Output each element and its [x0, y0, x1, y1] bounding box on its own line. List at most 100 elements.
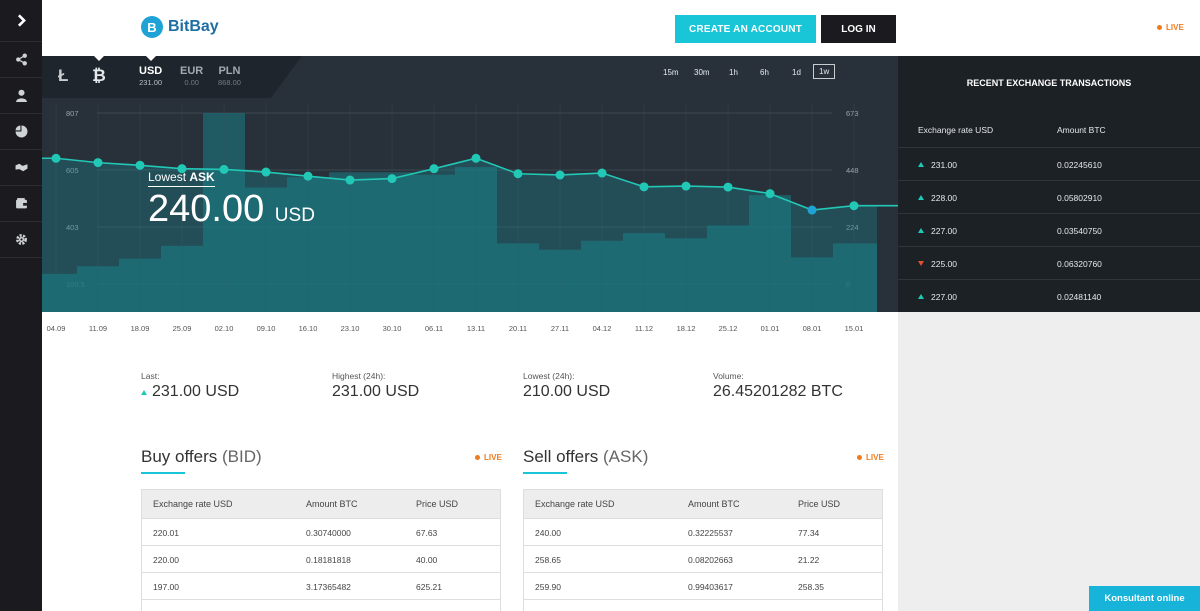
left-sidebar	[0, 0, 42, 611]
x-tick-label: 06.11	[424, 324, 444, 333]
expand-sidebar-button[interactable]	[0, 0, 42, 42]
recent-transactions-title: RECENT EXCHANGE TRANSACTIONS	[966, 78, 1132, 88]
stat-label: Volume:	[713, 371, 744, 381]
chevron-right-icon	[17, 14, 26, 27]
transaction-row: 225.00 0.06320760	[898, 246, 1200, 279]
consultant-online-button[interactable]: Konsultant online	[1089, 586, 1200, 611]
bitcoin-tab[interactable]: ₿	[92, 66, 106, 86]
price-point	[639, 182, 649, 192]
table-row[interactable]: 220.01 0.30740000 67.63	[142, 518, 500, 545]
sidebar-item-stats[interactable]	[0, 114, 42, 150]
currency-name: PLN	[218, 65, 241, 77]
currency-name: EUR	[180, 65, 204, 77]
x-tick-label: 20.11	[508, 324, 528, 333]
timeframe-30m[interactable]: 30m	[689, 66, 715, 79]
table-row[interactable]: 258.65 0.08202663 21.22	[524, 545, 882, 572]
share-icon	[15, 53, 27, 66]
price-point	[765, 189, 775, 199]
timeframe-1h[interactable]: 1h	[724, 66, 743, 79]
y-right-tick-label: 673	[846, 109, 859, 118]
tx-amount: 0.02245610	[1057, 160, 1102, 170]
sell-offers-table: Exchange rate USD Amount BTC Price USD 2…	[523, 489, 883, 611]
x-tick-label: 18.12	[676, 324, 696, 333]
live-label: LIVE	[1166, 23, 1184, 32]
currency-value: 231.00	[139, 78, 163, 87]
y-left-tick-label: 807	[66, 109, 79, 118]
x-tick-label: 13.11	[466, 324, 486, 333]
up-arrow-icon	[918, 294, 924, 299]
x-tick-label: 18.09	[130, 324, 150, 333]
table-row[interactable]: 259.90 0.99403617 258.35	[524, 572, 882, 599]
stat-volume: Volume: 26.45201282 BTC	[713, 371, 843, 401]
timeframe-1w[interactable]: 1w	[813, 64, 836, 79]
login-button[interactable]: LOG IN	[821, 15, 896, 43]
stat-label: Lowest (24h):	[523, 371, 575, 381]
table-row[interactable]	[142, 599, 500, 611]
buy-offers-underline	[141, 472, 185, 474]
lowest-ask-display: Lowest ASK 240.00 USD	[148, 168, 315, 231]
price-point	[345, 175, 355, 185]
bitbay-logo[interactable]: B BitBay	[141, 16, 219, 38]
selected-coin-caret-icon	[94, 56, 104, 61]
gear-icon	[15, 234, 27, 245]
stat-lowest: Lowest (24h): 210.00 USD	[523, 371, 610, 401]
table-row[interactable]: 240.00 0.32225537 77.34	[524, 518, 882, 545]
table-row[interactable]: 220.00 0.18181818 40.00	[142, 545, 500, 572]
live-dot-icon	[857, 455, 862, 460]
user-icon	[15, 89, 27, 102]
currency-tab-pln[interactable]: PLN 868.00	[218, 65, 241, 87]
stat-last: Last: 231.00 USD	[141, 371, 239, 401]
create-account-button[interactable]: CREATE AN ACCOUNT	[675, 15, 816, 43]
sell-offers-underline	[523, 472, 567, 474]
header-live-indicator: LIVE	[1157, 23, 1184, 32]
up-arrow-icon	[918, 228, 924, 233]
sidebar-item-wallet[interactable]	[0, 186, 42, 222]
pie-chart-icon	[15, 125, 27, 138]
up-arrow-icon	[141, 389, 147, 395]
sidebar-item-exchange[interactable]	[0, 150, 42, 186]
price-point	[471, 153, 481, 163]
x-tick-label: 23.10	[340, 324, 360, 333]
recent-transactions-panel: RECENT EXCHANGE TRANSACTIONS Exchange ra…	[898, 56, 1200, 312]
sell-live-indicator: LIVE	[857, 453, 884, 462]
sidebar-item-share[interactable]	[0, 42, 42, 78]
price-point	[429, 164, 439, 174]
table-row[interactable]: 197.00 3.17365482 625.21	[142, 572, 500, 599]
price-point	[849, 201, 859, 211]
buy-offers-title: Buy offers (BID)	[141, 447, 262, 466]
transaction-row: 227.00 0.03540750	[898, 213, 1200, 246]
price-point	[597, 168, 607, 178]
timeframe-1d[interactable]: 1d	[787, 66, 806, 79]
currency-tab-usd[interactable]: USD 231.00	[139, 65, 162, 87]
sidebar-item-user[interactable]	[0, 78, 42, 114]
table-row[interactable]	[524, 599, 882, 611]
transaction-row: 231.00 0.02245610	[898, 147, 1200, 180]
x-tick-label: 09.10	[256, 324, 276, 333]
stat-value: 231.00 USD	[141, 383, 239, 401]
tx-amount: 0.03540750	[1057, 226, 1102, 236]
tx-rate: 231.00	[931, 160, 957, 170]
currency-tab-eur[interactable]: EUR 0.00	[180, 65, 203, 87]
price-point	[513, 169, 523, 179]
logo-text: BitBay	[168, 18, 219, 35]
sell-offers-title: Sell offers (ASK)	[523, 447, 649, 466]
currency-name: USD	[139, 65, 163, 77]
y-right-tick-label: 448	[846, 166, 859, 175]
tx-rate: 227.00	[931, 226, 957, 236]
price-point	[681, 181, 691, 191]
x-tick-label: 15.01	[844, 324, 864, 333]
sidebar-item-settings[interactable]	[0, 222, 42, 258]
price-point	[51, 153, 61, 163]
litecoin-icon: Ł	[58, 66, 69, 85]
x-tick-label: 27.11	[550, 324, 570, 333]
litecoin-tab[interactable]: Ł	[58, 66, 68, 86]
stat-value: 231.00 USD	[332, 383, 420, 400]
tx-amount: 0.02481140	[1057, 292, 1102, 302]
handshake-icon	[15, 163, 27, 172]
buy-offers-table: Exchange rate USD Amount BTC Price USD 2…	[141, 489, 501, 611]
x-tick-label: 11.12	[634, 324, 654, 333]
live-dot-icon	[475, 455, 480, 460]
stat-value: 26.45201282 BTC	[713, 383, 843, 400]
timeframe-15m[interactable]: 15m	[658, 66, 684, 79]
timeframe-6h[interactable]: 6h	[755, 66, 774, 79]
